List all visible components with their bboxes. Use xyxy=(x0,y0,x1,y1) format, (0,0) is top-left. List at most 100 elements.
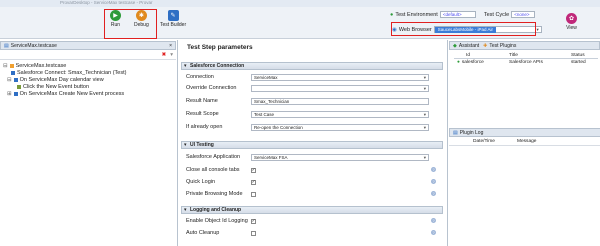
result-scope-select[interactable]: Test Case xyxy=(251,110,429,118)
param-label: Private Browsing Mode xyxy=(186,191,243,197)
close-console-tabs-checkbox[interactable]: ✓ xyxy=(251,167,256,173)
table-header: Id Title Status xyxy=(454,52,598,59)
web-browser-highlight xyxy=(391,22,536,36)
plugin-status: started xyxy=(571,60,586,65)
view-button[interactable]: ✿ View xyxy=(566,13,577,31)
tree-item-label: On ServiceMax Day calendar view xyxy=(19,76,104,83)
help-icon[interactable]: ? xyxy=(431,191,436,196)
assistant-panel-header: ◆ Assistant ✚ Test Plugins xyxy=(449,41,600,50)
status-ok-icon: ● xyxy=(457,60,460,65)
section-logging-cleanup[interactable]: Logging and Cleanup xyxy=(181,206,443,214)
help-icon[interactable]: ? xyxy=(431,179,436,184)
help-icon[interactable]: ? xyxy=(431,167,436,172)
help-icon[interactable]: ? xyxy=(431,230,436,235)
test-environment-label: Test Environment xyxy=(395,11,438,18)
wrench-icon: ✎ xyxy=(167,10,179,21)
param-row: Enable Object Id Logging ✓ xyxy=(186,217,438,225)
column-header[interactable]: Title xyxy=(509,53,571,58)
testcase-icon xyxy=(9,63,14,68)
object-id-logging-checkbox[interactable]: ✓ xyxy=(251,218,256,224)
environment-icon: ● xyxy=(390,11,394,18)
plugin-log-header: Date/Time Message xyxy=(449,138,600,146)
column-header[interactable]: Message xyxy=(505,139,536,144)
gear-icon: ✿ xyxy=(566,13,577,24)
test-cycle-label: Test Cycle xyxy=(483,11,510,18)
test-cycle-select[interactable]: <none> xyxy=(511,11,536,18)
param-row: Result Scope Test Case xyxy=(186,110,438,118)
param-row: Result Name Smax_Technician xyxy=(186,97,438,105)
plugin-log-panel-header: ▤ Plugin Log xyxy=(449,128,600,137)
auto-cleanup-checkbox[interactable] xyxy=(251,230,256,236)
window-titlebar: ProvarDesktop - ServiceMax testcase - Pr… xyxy=(0,0,600,7)
chevron-down-icon: ▾ xyxy=(536,26,539,32)
tree-item[interactable]: ⊞ On ServiceMax Create New Event process xyxy=(3,90,173,97)
param-label: If already open xyxy=(186,124,223,130)
section-label: Salesforce Connection xyxy=(190,63,245,69)
param-label: Result Scope xyxy=(186,111,219,117)
plugin-id: salesforce xyxy=(461,60,484,65)
column-header[interactable]: Status xyxy=(571,53,598,58)
navigator-toolbar: ✖ ▾ xyxy=(0,51,176,60)
test-builder-label: Test Builder xyxy=(160,22,187,28)
params-title: Test Step parameters xyxy=(187,44,253,51)
tab-assistant[interactable]: Assistant xyxy=(459,43,479,49)
action-icon xyxy=(17,84,21,89)
override-connection-select[interactable] xyxy=(251,84,429,92)
expand-icon[interactable]: ⊞ xyxy=(7,91,12,97)
param-label: Quick Login xyxy=(186,179,216,185)
private-browsing-checkbox[interactable] xyxy=(251,191,256,197)
collapse-icon[interactable]: ⊟ xyxy=(7,77,12,83)
param-label: Connection xyxy=(186,74,214,80)
navigator-panel-header: ▤ ServiceMax.testcase × xyxy=(0,41,176,50)
tab-test-plugins[interactable]: Test Plugins xyxy=(489,43,516,49)
view-label: View xyxy=(566,25,577,31)
close-icon[interactable]: × xyxy=(169,43,172,49)
param-row: Private Browsing Mode xyxy=(186,190,438,198)
salesforce-application-select[interactable]: ServiceMax FSA xyxy=(251,153,429,161)
help-icon[interactable]: ? xyxy=(431,218,436,223)
result-name-field[interactable]: Smax_Technician xyxy=(251,97,429,105)
menu-icon[interactable]: ▾ xyxy=(170,52,173,58)
if-already-open-select[interactable]: Re-open the Connection xyxy=(251,123,429,131)
param-label: Enable Object Id Logging xyxy=(186,218,248,224)
window-title: ProvarDesktop - ServiceMax testcase - Pr… xyxy=(60,0,153,5)
param-label: Close all console tabs xyxy=(186,167,240,173)
plugin-title: Salesforce APIs xyxy=(509,60,543,65)
section-salesforce-connection[interactable]: Salesforce Connection xyxy=(181,62,443,70)
tree-item[interactable]: ⊟ ServiceMax.testcase xyxy=(3,62,173,69)
plugins-table: Id Title Status ● salesforce Salesforce A… xyxy=(454,52,598,66)
connection-select[interactable]: ServiceMax xyxy=(251,73,429,81)
tree-item-label: Click the New Event button xyxy=(23,83,90,90)
test-builder-button[interactable]: ✎ Test Builder xyxy=(160,10,186,28)
run-debug-highlight xyxy=(104,9,157,39)
collapse-icon[interactable]: ⊟ xyxy=(3,63,8,69)
param-label: Result Name xyxy=(186,98,218,104)
delete-icon[interactable]: ✖ xyxy=(162,52,167,58)
panel-divider[interactable] xyxy=(177,40,178,246)
param-label: Salesforce Application xyxy=(186,154,241,160)
tree-item-label: Salesforce Connect: Smax_Technician (Tes… xyxy=(17,69,127,76)
tree-item-label: ServiceMax.testcase xyxy=(15,62,67,69)
column-header[interactable]: Id xyxy=(454,53,509,58)
tree-item[interactable]: Click the New Event button xyxy=(3,83,173,90)
tree-item[interactable]: ⊟ On ServiceMax Day calendar view xyxy=(3,76,173,83)
param-row: Salesforce Application ServiceMax FSA xyxy=(186,153,438,161)
tree-item[interactable]: Salesforce Connect: Smax_Technician (Tes… xyxy=(3,69,173,76)
params-title-bar: Test Step parameters xyxy=(179,43,446,52)
column-header[interactable]: Date/Time xyxy=(449,139,505,144)
param-row: Override Connection xyxy=(186,84,438,92)
section-ui-testing[interactable]: UI Testing xyxy=(181,141,443,149)
file-icon: ▤ xyxy=(4,42,9,49)
test-environment-select[interactable]: <default> xyxy=(439,11,476,18)
cloud-icon xyxy=(11,70,15,75)
tab-plugin-log[interactable]: Plugin Log xyxy=(460,130,484,136)
table-row[interactable]: ● salesforce Salesforce APIs started xyxy=(454,59,598,66)
plugin-icon: ✚ xyxy=(483,42,488,49)
tree-item-label: On ServiceMax Create New Event process xyxy=(19,90,125,97)
panel-divider[interactable] xyxy=(447,40,448,246)
section-label: UI Testing xyxy=(190,142,214,148)
quick-login-checkbox[interactable]: ✓ xyxy=(251,179,256,185)
param-label: Override Connection xyxy=(186,85,237,91)
param-row: If already open Re-open the Connection xyxy=(186,123,438,131)
navigator-tab[interactable]: ServiceMax.testcase xyxy=(11,43,57,49)
